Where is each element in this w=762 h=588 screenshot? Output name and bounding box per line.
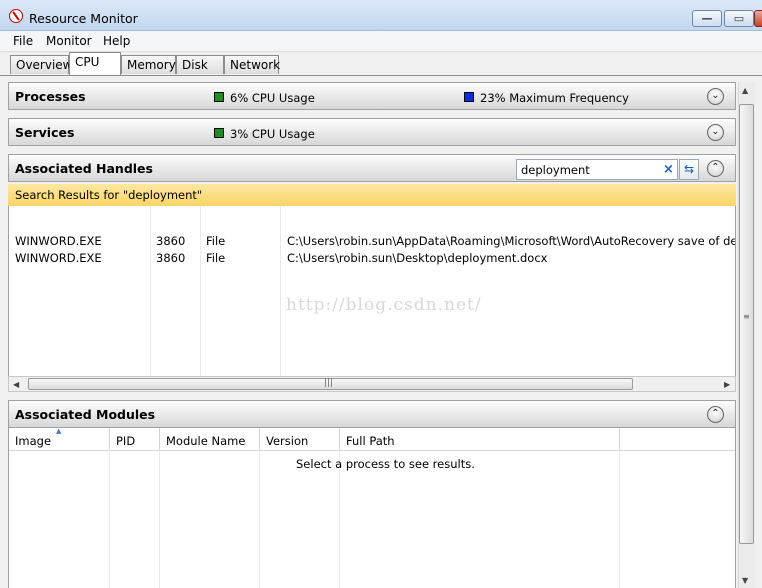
column-separator <box>159 450 160 588</box>
modules-header[interactable]: Associated Modules ⌃ <box>8 400 736 428</box>
cpu-usage-indicator <box>214 128 224 138</box>
resource-monitor-icon <box>9 9 23 23</box>
search-results-text: Search Results for "deployment" <box>15 188 203 202</box>
column-header-pid[interactable]: PID <box>116 434 135 448</box>
column-separator <box>150 206 151 376</box>
column-header-image[interactable]: Image <box>15 434 51 448</box>
grip-icon: ≡ <box>743 312 750 321</box>
column-separator <box>619 450 620 588</box>
row-pid: 3860 <box>156 251 186 265</box>
row-pid: 3860 <box>156 234 186 248</box>
column-header-version[interactable]: Version <box>266 434 308 448</box>
menu-monitor[interactable]: Monitor <box>46 34 92 48</box>
clear-search-icon[interactable]: × <box>663 162 674 177</box>
column-separator[interactable] <box>619 428 620 450</box>
row-type: File <box>206 234 226 248</box>
row-image: WINWORD.EXE <box>15 251 102 265</box>
minimize-button[interactable]: — <box>692 10 722 27</box>
modules-table-header: ▲ Image PID Module Name Version Full Pat… <box>9 427 735 451</box>
scrollbar-thumb[interactable]: ||| <box>28 378 633 390</box>
handles-horizontal-scrollbar[interactable]: ◀ ||| ▶ <box>8 376 736 392</box>
menu-help[interactable]: Help <box>103 34 130 48</box>
tab-cpu[interactable]: CPU <box>69 52 121 75</box>
search-results-banner: Search Results for "deployment" <box>8 184 736 207</box>
column-separator <box>259 450 260 588</box>
handles-search-input[interactable]: deployment × <box>516 159 678 180</box>
close-icon: ✕ <box>755 11 762 26</box>
services-header[interactable]: Services 3% CPU Usage ⌄ <box>8 118 736 146</box>
table-row[interactable]: WINWORD.EXE 3860 File C:\Users\robin.sun… <box>9 234 735 250</box>
max-frequency-indicator <box>464 92 474 102</box>
empty-state-message: Select a process to see results. <box>296 457 475 471</box>
column-separator[interactable] <box>259 428 260 450</box>
row-image: WINWORD.EXE <box>15 234 102 248</box>
close-button[interactable]: ✕ <box>754 10 762 27</box>
scroll-right-icon[interactable]: ▶ <box>724 380 730 389</box>
minimize-icon: — <box>701 12 713 25</box>
row-handle-name: C:\Users\robin.sun\Desktop\deployment.do… <box>287 251 548 265</box>
chevron-up-icon[interactable]: ⌃ <box>707 406 724 423</box>
column-separator <box>200 206 201 376</box>
tab-network[interactable]: Network <box>224 55 280 74</box>
tab-divider <box>0 75 762 76</box>
services-cpu-usage: 3% CPU Usage <box>230 127 315 141</box>
restore-icon: ▭ <box>733 12 745 25</box>
tab-disk[interactable]: Disk <box>176 55 224 74</box>
watermark: http://blog.csdn.net/ <box>286 295 482 315</box>
modules-table: ▲ Image PID Module Name Version Full Pat… <box>8 427 736 588</box>
tab-memory[interactable]: Memory <box>121 55 176 74</box>
vertical-scrollbar-thumb[interactable]: ≡ <box>739 104 754 544</box>
processes-max-frequency: 23% Maximum Frequency <box>480 91 629 105</box>
chevron-down-icon[interactable]: ⌄ <box>707 88 724 105</box>
grip-icon: ||| <box>324 378 334 388</box>
table-row[interactable]: WINWORD.EXE 3860 File C:\Users\robin.sun… <box>9 251 735 267</box>
maximize-button[interactable]: ▭ <box>724 10 754 27</box>
chevron-up-icon[interactable]: ⌃ <box>707 160 724 177</box>
row-type: File <box>206 251 226 265</box>
column-header-module-name[interactable]: Module Name <box>166 434 245 448</box>
modules-title: Associated Modules <box>15 407 156 422</box>
services-title: Services <box>15 125 75 140</box>
column-separator[interactable] <box>339 428 340 450</box>
tab-strip: Overview CPU Memory Disk Network <box>0 52 762 76</box>
refresh-icon: ⇆ <box>683 162 695 176</box>
column-separator <box>109 450 110 588</box>
column-separator[interactable] <box>109 428 110 450</box>
sort-ascending-icon: ▲ <box>56 427 62 435</box>
processes-header[interactable]: Processes 6% CPU Usage 23% Maximum Frequ… <box>8 82 736 110</box>
tab-overview[interactable]: Overview <box>10 55 73 74</box>
row-handle-name: C:\Users\robin.sun\AppData\Roaming\Micro… <box>287 234 735 248</box>
refresh-search-button[interactable]: ⇆ <box>679 159 699 180</box>
handles-title: Associated Handles <box>15 161 153 176</box>
column-separator <box>280 206 281 376</box>
chevron-down-icon[interactable]: ⌄ <box>707 124 724 141</box>
scroll-down-icon[interactable]: ▼ <box>742 576 748 585</box>
search-value: deployment <box>521 163 590 177</box>
scroll-left-icon[interactable]: ◀ <box>13 380 19 389</box>
processes-cpu-usage: 6% CPU Usage <box>230 91 315 105</box>
menu-bar: File Monitor Help <box>0 31 762 52</box>
menu-file[interactable]: File <box>13 34 33 48</box>
cpu-usage-indicator <box>214 92 224 102</box>
column-header-full-path[interactable]: Full Path <box>346 434 395 448</box>
title-bar: Resource Monitor — ▭ ✕ <box>0 0 762 31</box>
column-separator[interactable] <box>159 428 160 450</box>
processes-title: Processes <box>15 89 86 104</box>
window-title: Resource Monitor <box>29 11 138 26</box>
handles-list: WINWORD.EXE 3860 File C:\Users\robin.sun… <box>8 206 736 376</box>
scroll-up-icon[interactable]: ▲ <box>742 86 748 95</box>
